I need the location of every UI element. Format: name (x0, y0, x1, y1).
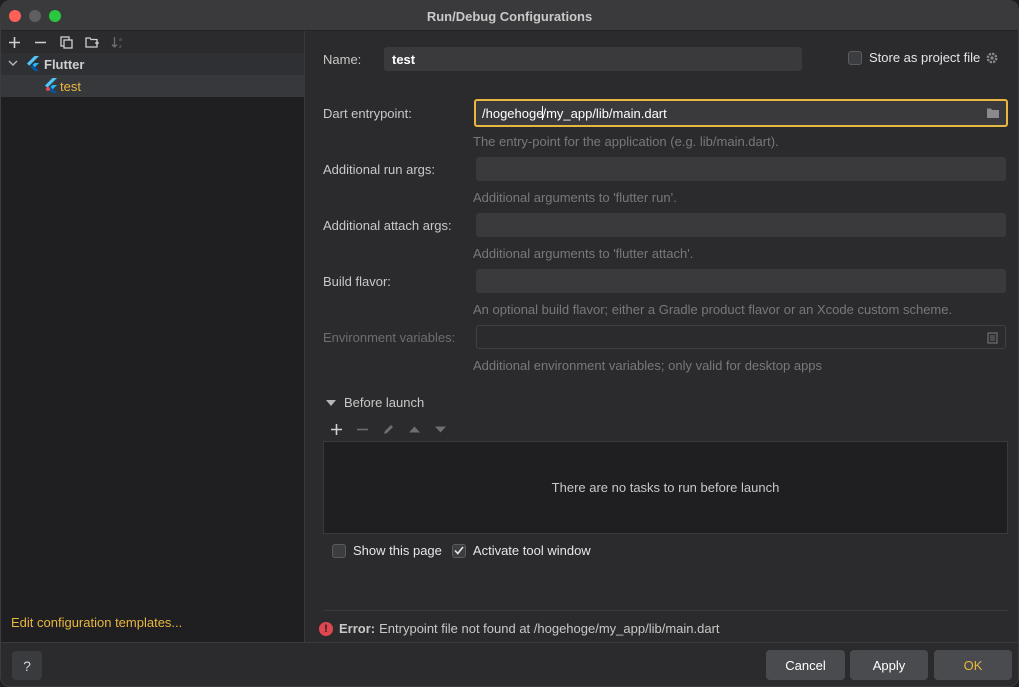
checkmark-icon (454, 546, 464, 555)
show-this-page-checkbox[interactable] (332, 543, 346, 558)
attach-args-hint: Additional arguments to 'flutter attach'… (473, 246, 694, 261)
pencil-icon (383, 424, 393, 434)
triangle-up-icon (408, 426, 420, 432)
sort-icon: az (111, 36, 122, 49)
ok-button[interactable]: OK (934, 650, 1012, 680)
before-launch-title: Before launch (344, 395, 425, 410)
new-folder-button[interactable] (82, 32, 102, 52)
add-configuration-button[interactable] (4, 32, 24, 52)
store-as-project-file-label: Store as project file (869, 50, 981, 65)
svg-text:a: a (119, 37, 122, 43)
before-launch-empty-text: There are no tasks to run before launch (551, 480, 780, 495)
error-text: Entrypoint file not found at /hogehoge/m… (379, 621, 720, 636)
folder-icon[interactable] (986, 107, 1000, 119)
run-args-input[interactable] (476, 157, 1006, 181)
env-vars-input (476, 325, 1006, 349)
launch-options: Show this page Activate tool window (332, 543, 601, 558)
entrypoint-input-value: /hogehoge/my_app/lib/main.dart (482, 106, 667, 121)
flutter-icon (27, 56, 39, 71)
tree-group-label: Flutter (44, 56, 85, 72)
configurations-sidebar: az Flutter test Edit configuration templ… (1, 31, 305, 642)
copy-configuration-button[interactable] (56, 32, 76, 52)
error-message: ! Error: Entrypoint file not found at /h… (319, 621, 720, 636)
tree-item-label: test (60, 78, 81, 94)
configuration-form: Name: test Store as project file Dart en… (306, 31, 1018, 642)
entrypoint-label: Dart entrypoint: (323, 106, 412, 121)
build-flavor-hint: An optional build flavor; either a Gradl… (473, 302, 953, 317)
before-launch-task-list: There are no tasks to run before launch (323, 441, 1008, 534)
svg-text:z: z (119, 44, 122, 49)
show-this-page-option[interactable]: Show this page (332, 543, 442, 558)
remove-configuration-button[interactable] (30, 32, 50, 52)
plus-icon (330, 423, 342, 435)
copy-icon (59, 35, 73, 49)
configurations-tree: Flutter test (1, 53, 304, 97)
name-input-value: test (392, 52, 416, 67)
minus-icon (34, 41, 46, 43)
plus-icon (8, 36, 20, 48)
error-separator (323, 610, 1008, 611)
remove-task-button[interactable] (349, 418, 375, 440)
triangle-down-icon (434, 426, 446, 432)
move-task-down-button[interactable] (427, 418, 453, 440)
env-vars-label: Environment variables: (323, 330, 456, 345)
build-flavor-input[interactable] (476, 269, 1006, 293)
env-vars-hint: Additional environment variables; only v… (473, 358, 823, 373)
store-as-project-file-checkbox[interactable] (848, 50, 862, 65)
run-args-hint: Additional arguments to 'flutter run'. (473, 190, 677, 205)
dialog-footer: ? Cancel Apply OK (1, 642, 1018, 686)
move-task-up-button[interactable] (401, 418, 427, 440)
cancel-button[interactable]: Cancel (766, 650, 845, 680)
minus-icon (356, 428, 368, 430)
entrypoint-value-part: /hogehoge (482, 106, 544, 121)
build-flavor-label: Build flavor: (323, 274, 391, 289)
entrypoint-input[interactable]: /hogehoge/my_app/lib/main.dart (474, 99, 1008, 127)
title-bar: Run/Debug Configurations (1, 1, 1018, 31)
entrypoint-value-part: /my_app/lib/main.dart (542, 106, 667, 121)
error-label: Error: (339, 621, 376, 636)
attach-args-input[interactable] (476, 213, 1006, 237)
chevron-down-icon[interactable] (7, 57, 19, 69)
tree-group-flutter[interactable]: Flutter (1, 53, 304, 75)
new-folder-icon (85, 37, 99, 48)
name-label: Name: (323, 52, 362, 67)
before-launch-section-toggle[interactable]: Before launch (323, 395, 424, 410)
window-title: Run/Debug Configurations (426, 9, 593, 24)
sort-configurations-button[interactable]: az (108, 32, 128, 52)
apply-button[interactable]: Apply (850, 650, 928, 680)
name-input[interactable]: test (384, 47, 802, 71)
edit-configuration-templates-link[interactable]: Edit configuration templates... (11, 615, 182, 630)
tree-item-test[interactable]: test (1, 75, 304, 97)
triangle-down-icon (326, 399, 336, 406)
run-debug-configurations-dialog: Run/Debug Configurations az Flutter test… (0, 0, 1019, 687)
activate-tool-window-checkbox[interactable] (451, 543, 466, 558)
before-launch-toolbar (323, 417, 1008, 441)
store-as-project-file-option[interactable]: Store as project file (848, 50, 999, 65)
flutter-icon (45, 78, 57, 93)
activate-tool-window-label: Activate tool window (472, 543, 591, 558)
sidebar-toolbar: az (1, 31, 304, 53)
add-task-button[interactable] (323, 418, 349, 440)
attach-args-label: Additional attach args: (323, 218, 452, 233)
document-icon (987, 332, 998, 344)
activate-tool-window-option[interactable]: Activate tool window (451, 543, 591, 558)
edit-task-button[interactable] (375, 418, 401, 440)
entrypoint-hint: The entry-point for the application (e.g… (473, 134, 779, 149)
help-button[interactable]: ? (12, 651, 42, 680)
run-args-label: Additional run args: (323, 162, 436, 177)
gear-icon[interactable] (985, 51, 999, 65)
error-icon: ! (319, 621, 333, 636)
show-this-page-label: Show this page (353, 543, 442, 558)
